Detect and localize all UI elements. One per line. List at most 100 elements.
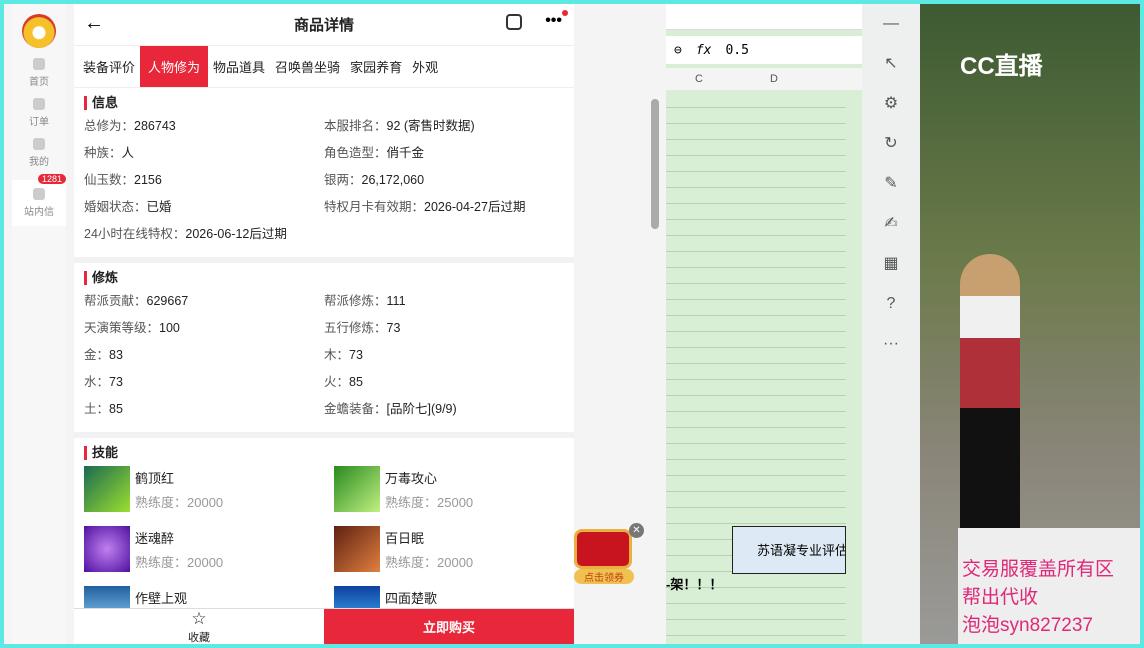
skill-name: 四面楚歌 [385, 591, 438, 606]
tab-pets[interactable]: 召唤兽坐骑 [270, 46, 345, 87]
field-row: 银两：26,172,060 [324, 170, 564, 197]
field-row: 土：85 [84, 399, 324, 426]
nav-messages[interactable]: 1281 站内信 [12, 174, 67, 226]
field-value: 111 [386, 294, 406, 308]
skill-name: 百日眠 [385, 531, 425, 546]
field-label: 帮派贡献： [84, 294, 147, 308]
skill-proficiency: 熟练度：25000 [385, 495, 474, 510]
field-label: 婚姻状态： [84, 200, 147, 214]
field-row: 帮派贡献：629667 [84, 291, 324, 318]
ad-line: 泡泡syn827237 [962, 615, 1093, 636]
field-value: 俏千金 [386, 146, 425, 160]
more-icon[interactable]: ••• [545, 12, 562, 30]
tab-home[interactable]: 家园养育 [345, 46, 407, 87]
page-title: 商品详情 [293, 17, 354, 34]
coupon-label: 点击领券 [574, 569, 634, 584]
header: ← 商品详情 ••• [74, 4, 574, 46]
coupon-widget[interactable]: 点击领券 ✕ [574, 523, 644, 587]
ad-overlay: 交易服覆盖所有区 帮出代收 泡泡syn827237 [958, 528, 1140, 644]
field-row: 木：73 [324, 345, 564, 372]
field-value: 73 [349, 348, 363, 362]
field-row: 本服排名：92 (寄售时数据) [324, 116, 564, 143]
column-d[interactable]: D [732, 68, 816, 90]
shelf-cell[interactable]: -架！！！ [666, 574, 722, 593]
field-label: 本服排名： [324, 119, 387, 133]
share-icon[interactable] [506, 14, 522, 30]
scrollbar[interactable] [651, 99, 659, 229]
field-value: 83 [109, 348, 123, 362]
tab-equipment[interactable]: 装备评价 [78, 46, 140, 87]
formula-value[interactable]: 0.5 [725, 43, 748, 58]
field-value: 286743 [134, 119, 176, 133]
nav-home[interactable]: 首页 [12, 58, 66, 88]
field-label: 特权月卡有效期： [324, 200, 425, 214]
tab-character[interactable]: 人物修为 [140, 46, 209, 87]
field-label: 金蟾装备： [324, 402, 387, 416]
favorite-label: 收藏 [188, 632, 210, 644]
field-row: 仙玉数：2156 [84, 170, 324, 197]
skill-item[interactable]: 迷魂醉熟练度：20000 [84, 526, 334, 572]
settings-icon[interactable]: ⚙ [862, 84, 920, 124]
field-label: 银两： [324, 173, 362, 187]
left-nav: 首页 订单 我的 1281 站内信 [12, 4, 67, 644]
cultivation-section: 修炼 帮派贡献：629667 帮派修炼：111 天演策等级：100 五行修炼：73 金：… [74, 263, 574, 432]
cc-live-logo: CC直播 [960, 53, 1043, 80]
field-row: 总修为：286743 [84, 116, 324, 143]
message-badge: 1281 [38, 174, 67, 184]
skill-icon [84, 526, 130, 572]
tab-bar: 装备评价 人物修为 物品道具 召唤兽坐骑 家园养育 外观 [74, 46, 574, 88]
skill-name: 作壁上观 [135, 591, 188, 606]
close-icon[interactable]: ✕ [629, 523, 644, 538]
cursor-icon[interactable]: ↖ [862, 44, 920, 84]
nav-orders[interactable]: 订单 [12, 98, 66, 128]
cultivation-grid: 帮派贡献：629667 帮派修炼：111 天演策等级：100 五行修炼：73 金：83 木… [84, 291, 564, 426]
rotate-icon[interactable]: ↻ [862, 124, 920, 164]
product-detail-panel: ← 商品详情 ••• 装备评价 人物修为 物品道具 召唤兽坐骑 家园养育 外观 … [74, 4, 574, 644]
field-value: 92 (寄售时数据) [386, 119, 475, 133]
nav-label: 站内信 [24, 207, 54, 218]
zoom-icon[interactable]: ⊖ [674, 43, 682, 58]
column-c[interactable]: C [666, 68, 732, 90]
more-icon[interactable]: ··· [862, 324, 920, 364]
skill-item[interactable]: 百日眠熟练度：20000 [334, 526, 564, 572]
section-title: 信息 [84, 96, 564, 110]
skill-item[interactable]: 鹤顶红 熟练度：20000 [84, 466, 334, 512]
ad-line: 交易服覆盖所有区 [962, 559, 1115, 580]
signature-icon[interactable]: ✍ [862, 204, 920, 244]
field-label: 总修为： [84, 119, 135, 133]
field-value: 2026-06-12后过期 [185, 227, 287, 241]
map-icon[interactable]: ▦ [862, 244, 920, 284]
field-value: 85 [349, 375, 363, 389]
ad-line: 帮出代收 [962, 587, 1039, 608]
help-icon[interactable]: ? [862, 284, 920, 324]
back-arrow-icon[interactable]: ← [84, 12, 104, 35]
skill-proficiency: 熟练度：20000 [385, 555, 474, 570]
field-value: 629667 [146, 294, 189, 308]
field-label: 土： [84, 402, 110, 416]
buy-now-button[interactable]: 立即购买 [324, 609, 574, 644]
field-row: 种族：人 [84, 143, 324, 170]
field-value: 73 [109, 375, 123, 389]
screen: 首页 订单 我的 1281 站内信 ← 商品详情 ••• 装备评价 人物修为 物品… [4, 4, 1140, 644]
info-grid: 总修为：286743 本服排名：92 (寄售时数据) 种族：人 角色造型：俏千金 仙玉数… [84, 116, 564, 251]
field-row: 火：85 [324, 372, 564, 399]
skill-icon [334, 466, 380, 512]
favorite-button[interactable]: ☆ 收藏 [74, 609, 324, 644]
mail-icon [33, 188, 45, 200]
note-cell[interactable]: 苏语凝专业评估 [732, 526, 846, 574]
tab-items[interactable]: 物品道具 [208, 46, 270, 87]
skill-proficiency: 熟练度：20000 [135, 555, 224, 570]
skill-name: 迷魂醉 [135, 531, 175, 546]
field-value: 73 [386, 321, 401, 335]
live-video: CC直播 交易服覆盖所有区 帮出代收 泡泡syn827237 [920, 4, 1140, 644]
skill-item[interactable]: 万毒攻心 熟练度：25000 [334, 466, 564, 512]
nav-mine[interactable]: 我的 [12, 138, 66, 168]
minimize-icon[interactable]: — [862, 4, 920, 44]
tab-appearance[interactable]: 外观 [407, 46, 443, 87]
nav-label: 首页 [29, 77, 49, 88]
tools-icon[interactable]: ✎ [862, 164, 920, 204]
field-row: 24小时在线特权：2026-06-12后过期 [84, 224, 324, 251]
field-label: 种族： [84, 146, 122, 160]
field-row: 五行修炼：73 [324, 318, 564, 345]
field-value: 已婚 [146, 200, 172, 214]
